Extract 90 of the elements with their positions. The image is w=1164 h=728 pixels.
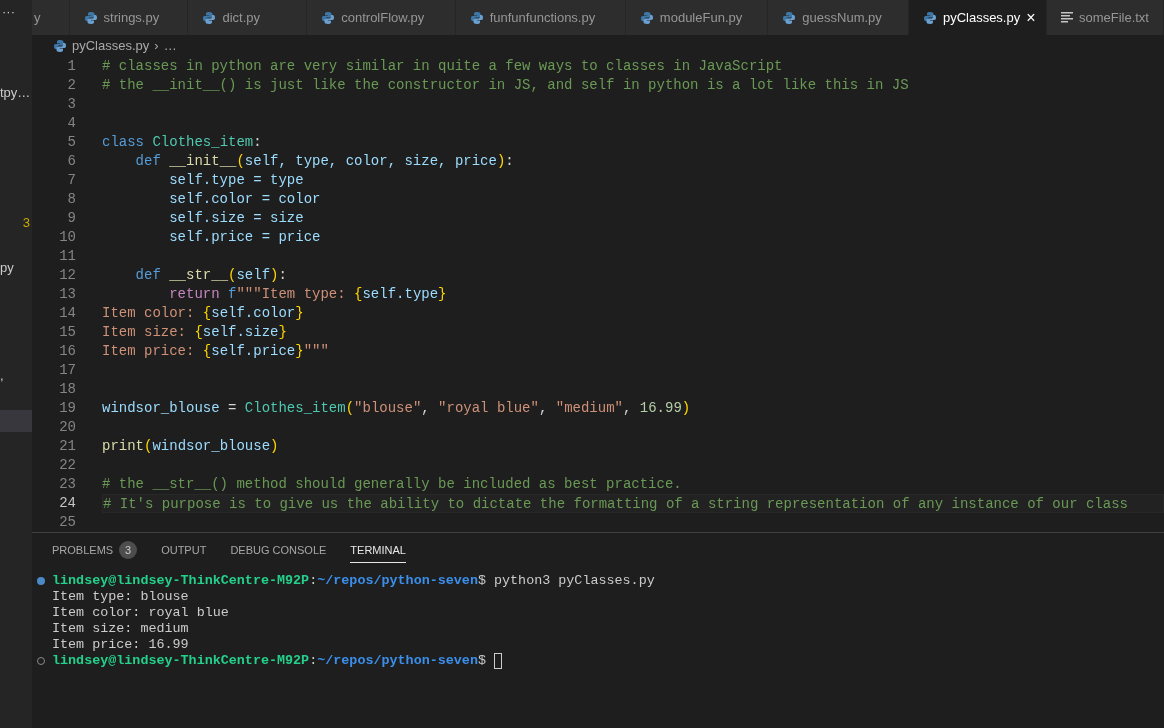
- tab-label: pyClasses.py: [942, 8, 1021, 27]
- code-line: # the __str__() method should generally be included as best practice.: [102, 476, 682, 492]
- editor-tab[interactable]: controlFlow.py: [307, 0, 456, 35]
- code-line: self.size = size: [168, 210, 304, 226]
- explorer-item[interactable]: tpy…: [0, 81, 32, 104]
- line-number: 21: [58, 437, 76, 456]
- line-number: 15: [58, 323, 76, 342]
- tab-label: controlFlow.py: [341, 8, 425, 27]
- line-number: 9: [66, 209, 76, 228]
- code-line: # the __init__() is just like the constructor in JS, and self in python is a lot like this in JS: [102, 77, 909, 93]
- panel-tab[interactable]: TERMINAL: [350, 538, 406, 563]
- python-file-icon: [469, 10, 484, 25]
- line-number: 25: [58, 513, 76, 532]
- breadcrumb-separator: ›: [154, 37, 159, 56]
- line-number: 19: [58, 399, 76, 418]
- tab-label: funfunfunctions.py: [489, 8, 596, 27]
- line-number: 1: [66, 57, 76, 76]
- code-line: def __str__(self):: [134, 267, 287, 283]
- tab-label: guessNum.py: [802, 8, 882, 27]
- tab-label: moduleFun.py: [659, 8, 743, 27]
- line-number: 10: [58, 228, 76, 247]
- panel-tab[interactable]: OUTPUT: [161, 538, 207, 563]
- python-file-icon: [321, 10, 336, 25]
- line-number: 11: [58, 247, 76, 266]
- line-number: 6: [66, 152, 76, 171]
- code-line: def __init__(self, type, color, size, price):: [134, 153, 514, 169]
- explorer-item[interactable]: py: [0, 256, 32, 279]
- explorer-item[interactable]: 3: [0, 211, 32, 234]
- code-line: Item color: {self.color}: [102, 305, 304, 321]
- terminal-line: Item size: medium: [52, 621, 189, 636]
- line-number: 22: [58, 456, 76, 475]
- editor-tab[interactable]: dict.py: [188, 0, 308, 35]
- terminal-line: lindsey@lindsey-ThinkCentre-M92P:~/repos/python-seven$ python3 pyClasses.py: [52, 573, 655, 589]
- editor-tab[interactable]: pyClasses.py ×: [908, 0, 1047, 35]
- line-number: 18: [58, 380, 76, 399]
- tab-label: y: [34, 8, 41, 27]
- python-file-icon: [53, 39, 67, 53]
- terminal-line: Item type: blouse: [52, 589, 189, 604]
- code-line: Item size: {self.size}: [102, 324, 287, 340]
- panel-tab[interactable]: PROBLEMS 3: [52, 538, 138, 563]
- terminal-line: Item color: royal blue: [52, 605, 229, 620]
- line-number: 20: [58, 418, 76, 437]
- code-line: self.type = type: [168, 172, 304, 188]
- line-number: 12: [58, 266, 76, 285]
- python-file-icon: [202, 10, 217, 25]
- count-badge: 3: [119, 541, 138, 559]
- python-file-icon: [83, 10, 98, 25]
- line-number: 3: [66, 95, 76, 114]
- close-icon[interactable]: ×: [1026, 5, 1036, 30]
- lines-icon: [1060, 12, 1073, 23]
- panel-tab[interactable]: DEBUG CONSOLE: [230, 538, 327, 563]
- terminal-line: Item price: 16.99: [52, 637, 189, 652]
- tab-label: strings.py: [103, 8, 160, 27]
- editor-tab[interactable]: funfunfunctions.py: [455, 0, 626, 35]
- code-line: # It's purpose is to give us the ability to dictate the formatting of a string representation of any instance of our class: [103, 496, 1128, 512]
- editor-tab[interactable]: strings.py: [69, 0, 189, 35]
- explorer-item[interactable]: [0, 409, 32, 432]
- code-line: self.price = price: [168, 229, 321, 245]
- line-number: 2: [66, 76, 76, 95]
- more-label: ···: [1, 3, 16, 21]
- line-number: 13: [58, 285, 76, 304]
- editor-tab[interactable]: moduleFun.py: [625, 0, 769, 35]
- line-number: 7: [66, 171, 76, 190]
- python-file-icon: [639, 10, 654, 25]
- editor-tab[interactable]: someFile.txt: [1046, 0, 1164, 35]
- line-number: 8: [66, 190, 76, 209]
- editor-tab[interactable]: y: [32, 0, 70, 35]
- line-number: 16: [58, 342, 76, 361]
- code-line: self.color = color: [168, 191, 321, 207]
- python-file-icon: [782, 10, 797, 25]
- line-number: 5: [66, 133, 76, 152]
- code-line: Item price: {self.price}""": [102, 343, 329, 359]
- line-number: 14: [58, 304, 76, 323]
- breadcrumb-file[interactable]: pyClasses.py: [72, 36, 150, 56]
- terminal-line: lindsey@lindsey-ThinkCentre-M92P:~/repos/python-seven$: [52, 653, 486, 669]
- python-file-icon: [922, 10, 937, 25]
- code-line: windsor_blouse = Clothes_item("blouse", "royal blue", "medium", 16.99): [102, 400, 691, 416]
- tab-label: someFile.txt: [1078, 8, 1149, 27]
- code-line: # classes in python are very similar in quite a few ways to classes in JavaScript: [102, 58, 783, 74]
- line-number: 17: [58, 361, 76, 380]
- line-number: 23: [58, 475, 76, 494]
- line-number: 24: [58, 494, 76, 513]
- breadcrumb-more[interactable]: …: [163, 36, 177, 56]
- tab-label: dict.py: [222, 8, 260, 27]
- explorer-item[interactable]: ,: [0, 364, 32, 387]
- line-number: 4: [66, 114, 76, 133]
- code-line: class Clothes_item:: [102, 134, 262, 150]
- code-line: print(windsor_blouse): [102, 438, 279, 454]
- editor-tab[interactable]: guessNum.py: [768, 0, 909, 35]
- code-line: return f"""Item type: {self.type}: [168, 286, 447, 302]
